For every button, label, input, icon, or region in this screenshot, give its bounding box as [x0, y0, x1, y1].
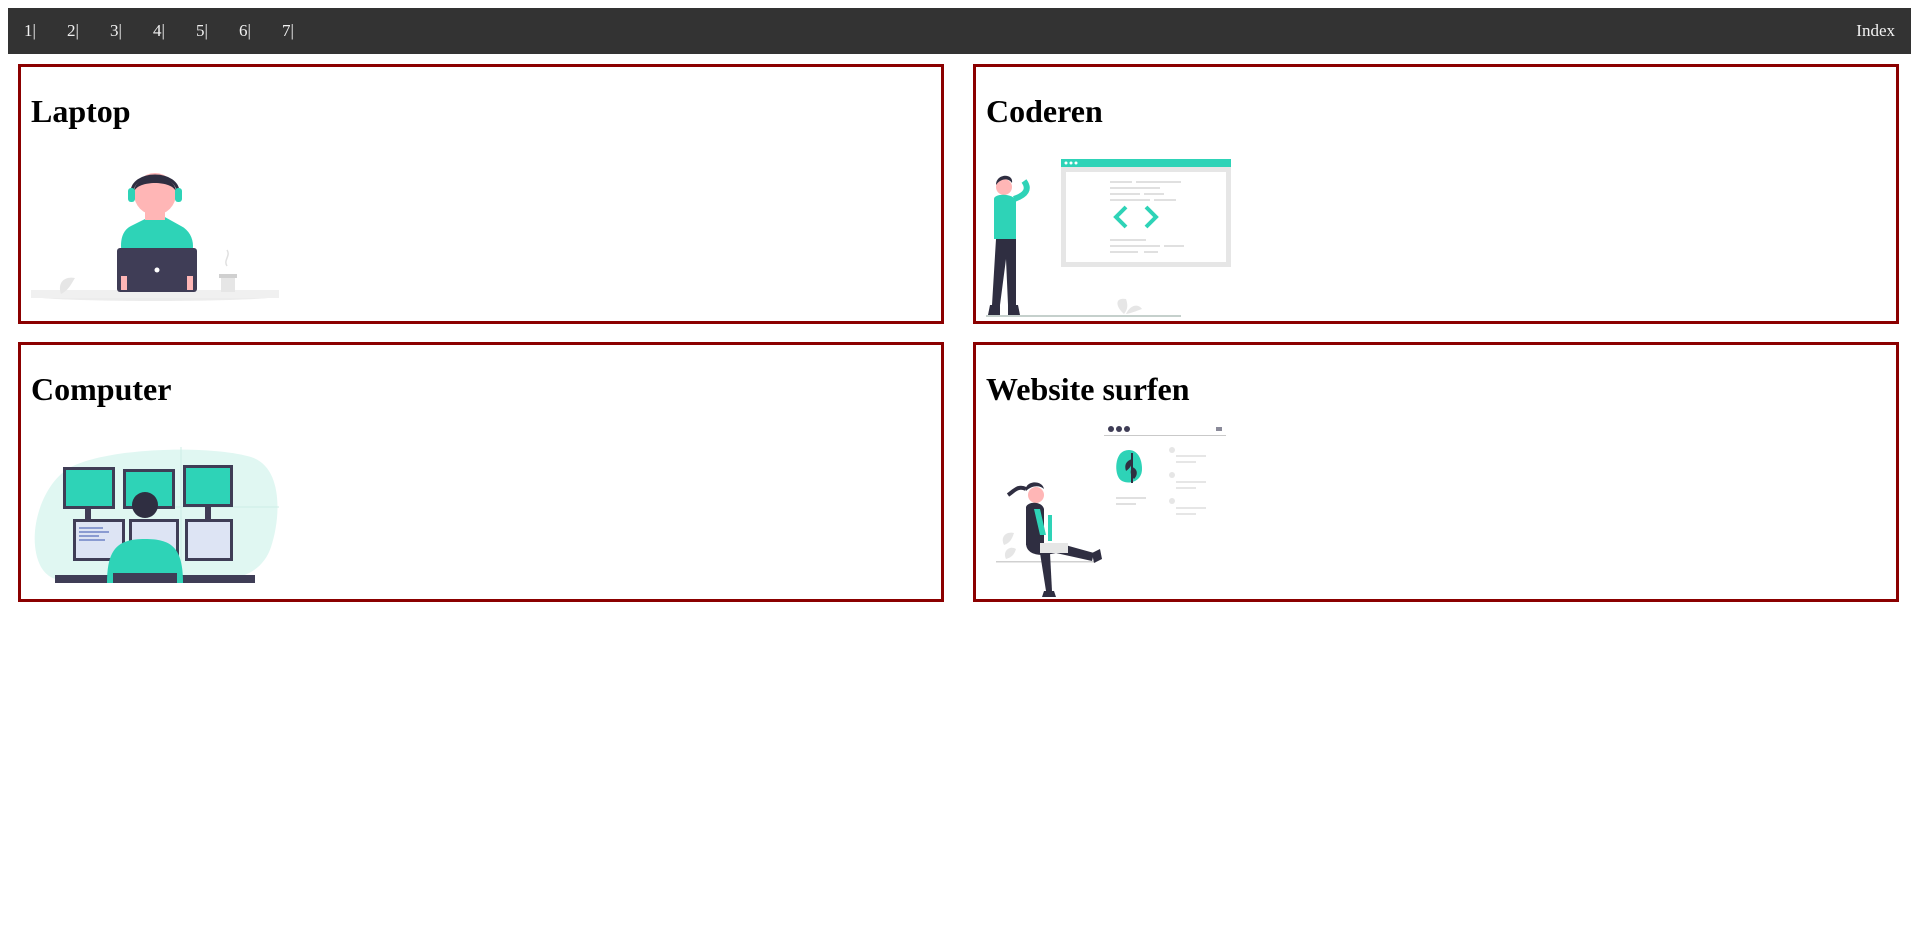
nav-link-4[interactable]: 4|: [153, 8, 165, 54]
nav-link-2[interactable]: 2|: [67, 8, 79, 54]
nav-link-7[interactable]: 7|: [282, 8, 294, 54]
woman-browsing-website-illustration: [996, 426, 1226, 597]
card-computer[interactable]: Computer: [18, 342, 944, 602]
nav-link-1[interactable]: 1|: [24, 8, 36, 54]
person-at-monitors-illustration: [34, 447, 279, 583]
nav-link-index[interactable]: Index: [1856, 8, 1895, 54]
top-navigation-bar: 1| 2| 3| 4| 5| 6| 7| Index: [8, 8, 1911, 54]
card-website-surfen[interactable]: Website surfen: [973, 342, 1899, 602]
nav-link-6[interactable]: 6|: [239, 8, 251, 54]
nav-link-3[interactable]: 3|: [110, 8, 122, 54]
card-coderen[interactable]: Coderen: [973, 64, 1899, 324]
nav-link-5[interactable]: 5|: [196, 8, 208, 54]
card-laptop[interactable]: Laptop: [18, 64, 944, 324]
card-title: Coderen: [986, 93, 1103, 129]
coding-woman-illustration: [986, 159, 1231, 317]
card-title: Laptop: [31, 93, 131, 129]
card-title: Computer: [31, 371, 172, 407]
person-with-laptop-illustration: [31, 173, 279, 301]
card-title: Website surfen: [986, 371, 1190, 407]
